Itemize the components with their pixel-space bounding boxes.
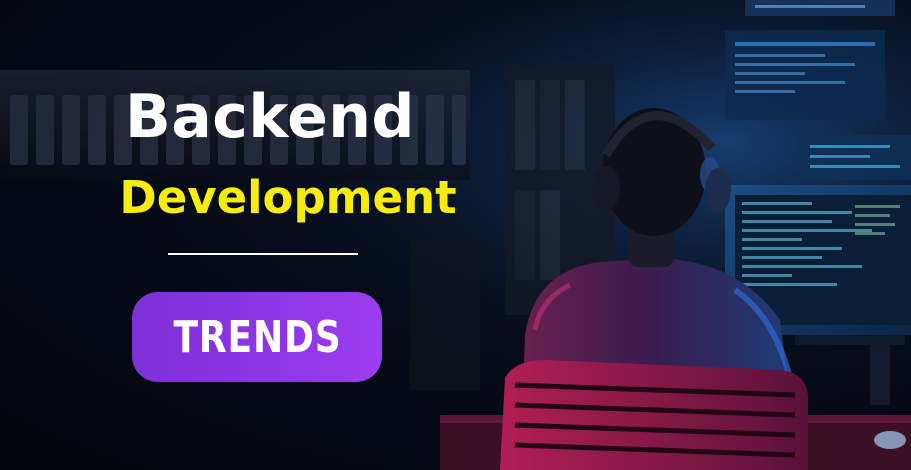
trends-badge-label: TRENDS	[172, 311, 342, 363]
title-divider	[168, 253, 358, 255]
developer-workspace-illustration	[0, 0, 911, 470]
title-backend: Backend	[125, 82, 415, 152]
backend-trends-banner: Backend Development TRENDS	[0, 0, 911, 470]
office-chair	[500, 360, 808, 470]
title-development: Development	[119, 171, 457, 224]
computer-mouse	[874, 431, 906, 449]
code-panel-right	[800, 135, 911, 180]
trends-badge: TRENDS	[132, 292, 382, 382]
